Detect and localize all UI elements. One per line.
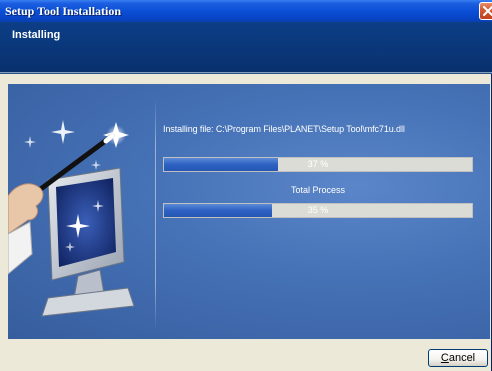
total-progress-bar: 35 % — [163, 203, 473, 218]
header-band: Installing — [0, 22, 492, 72]
page-heading: Installing — [12, 29, 61, 41]
title-bar[interactable]: Setup Tool Installation — [0, 0, 492, 22]
cancel-label: ancel — [448, 352, 476, 364]
cancel-mnemonic: C — [440, 352, 449, 364]
installing-file-label: Installing file: C:\Program Files\PLANET… — [163, 124, 405, 134]
close-button[interactable] — [479, 2, 492, 20]
total-process-label: Total Process — [290, 185, 346, 195]
header-divider-shadow — [0, 73, 492, 74]
cancel-button[interactable]: Cancel — [428, 349, 488, 367]
file-progress-percent: 37 % — [307, 159, 329, 169]
magic-wand-monitor-illustration — [8, 120, 135, 317]
panel-divider — [155, 98, 156, 330]
file-progress-bar: 37 % — [163, 157, 473, 172]
install-panel: Installing file: C:\Program Files\PLANET… — [8, 84, 490, 339]
total-progress-percent: 35 % — [307, 205, 329, 215]
close-icon — [483, 6, 492, 16]
setup-window: Setup Tool Installation Installing Insta… — [0, 0, 492, 371]
window-title: Setup Tool Installation — [5, 4, 122, 18]
